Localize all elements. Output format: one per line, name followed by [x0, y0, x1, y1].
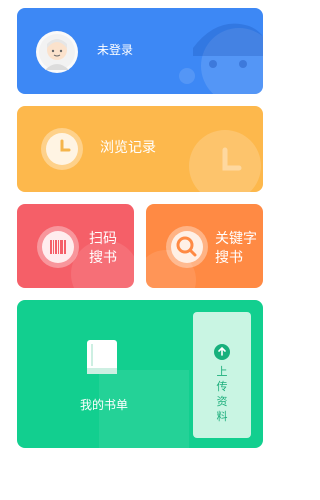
- upload-char: 上: [216, 365, 228, 378]
- keyword-search-card[interactable]: 关键字 搜书: [146, 204, 263, 288]
- avatar-icon: [36, 31, 78, 73]
- upload-char: 资: [216, 395, 228, 408]
- upload-char: 料: [216, 410, 228, 423]
- book-icon: [83, 338, 121, 382]
- my-booklist-card[interactable]: 我的书单 上 传 资 料: [17, 300, 263, 448]
- search-label-line2: 搜书: [215, 250, 243, 266]
- scan-search-label: 扫码 搜书: [89, 230, 117, 268]
- scan-search-card[interactable]: 扫码 搜书: [17, 204, 134, 288]
- scan-label-line1: 扫码: [89, 231, 117, 247]
- history-label: 浏览记录: [100, 140, 156, 156]
- login-card[interactable]: 未登录: [17, 8, 263, 94]
- search-label-line1: 关键字: [215, 231, 257, 247]
- upload-materials-button[interactable]: 上 传 资 料: [193, 312, 251, 438]
- upload-icon: [214, 344, 230, 360]
- keyword-search-label: 关键字 搜书: [215, 230, 257, 268]
- barcode-icon: [37, 226, 79, 268]
- login-status-label: 未登录: [97, 43, 134, 57]
- my-booklist-label: 我的书单: [80, 398, 129, 412]
- search-icon: [166, 226, 208, 268]
- upload-char: 传: [216, 380, 228, 393]
- upload-label: 上 传 资 料: [215, 364, 229, 424]
- clock-icon: [41, 128, 83, 170]
- scan-label-line2: 搜书: [89, 250, 117, 266]
- history-card[interactable]: 浏览记录: [17, 106, 263, 192]
